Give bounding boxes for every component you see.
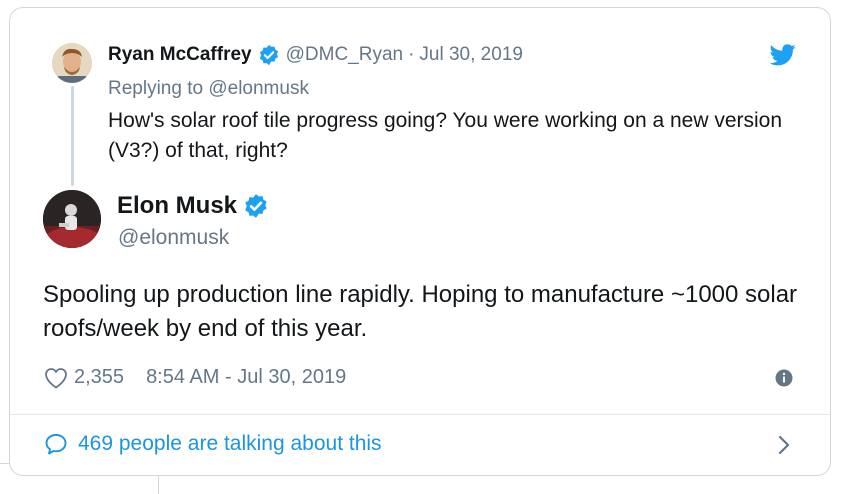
tweet-meta: 2,355 8:54 AM - Jul 30, 2019	[44, 366, 346, 389]
twitter-bird-icon[interactable]	[770, 44, 796, 66]
author-handle[interactable]: @elonmusk	[118, 226, 229, 250]
parent-tweet-text: How's solar roof tile progress going? Yo…	[108, 109, 783, 162]
parent-author-name[interactable]: Ryan McCaffrey	[108, 44, 252, 66]
comment-bubble-icon	[45, 434, 67, 455]
replying-to-line: Replying to @elonmusk	[108, 78, 309, 100]
verified-badge-icon	[245, 194, 267, 218]
tweet-text: Spooling up production line rapidly. Hop…	[43, 281, 798, 342]
heart-icon[interactable]	[44, 367, 68, 389]
thread-line	[71, 86, 74, 186]
parent-author-handle[interactable]: @DMC_Ryan	[286, 44, 403, 66]
verified-badge-icon	[259, 44, 278, 66]
info-icon[interactable]	[774, 368, 794, 388]
tweet-timestamp[interactable]: 8:54 AM - Jul 30, 2019	[146, 366, 346, 389]
replying-prefix: Replying to	[108, 78, 204, 99]
author-name-row: Elon Musk	[117, 192, 269, 220]
author-name[interactable]: Elon Musk	[117, 192, 237, 220]
parent-header: Ryan McCaffrey @DMC_Ryan · Jul 30, 2019	[108, 44, 523, 66]
author-avatar[interactable]	[43, 190, 101, 248]
talking-about-text[interactable]: 469 people are talking about this	[78, 432, 382, 456]
talking-about-link[interactable]: 469 people are talking about this	[44, 432, 382, 456]
card-divider	[10, 414, 830, 415]
replying-to-mention[interactable]: @elonmusk	[208, 78, 309, 99]
like-count[interactable]: 2,355	[74, 366, 124, 389]
parent-avatar[interactable]	[52, 43, 92, 83]
chevron-right-icon[interactable]	[776, 434, 792, 456]
meta-separator: ·	[408, 44, 415, 65]
parent-date[interactable]: Jul 30, 2019	[419, 44, 523, 66]
